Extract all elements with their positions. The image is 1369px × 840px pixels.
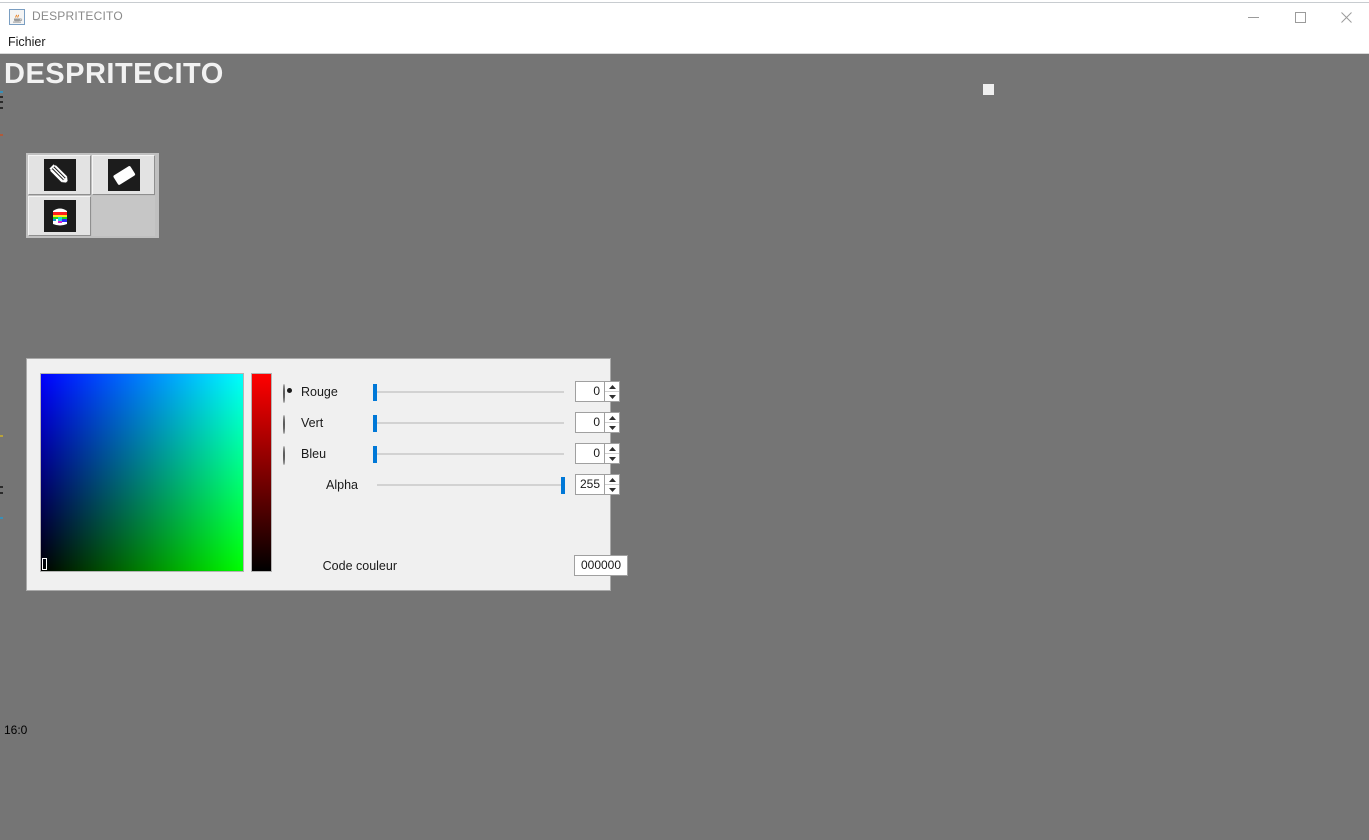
spinner-value-rouge[interactable]: 0 <box>576 382 604 401</box>
eraser-tool-button[interactable] <box>92 155 155 195</box>
code-couleur-label: Code couleur <box>322 559 397 573</box>
color-picker-panel: Rouge 0 Vert 0 Bleu 0 Alpha 255 Code cou… <box>26 358 628 591</box>
close-button[interactable] <box>1323 3 1369 31</box>
spinner-up-bleu[interactable] <box>605 444 619 454</box>
edge-remnant <box>0 486 3 488</box>
eraser-icon <box>107 159 140 191</box>
minimize-icon <box>1247 16 1259 18</box>
spinner-up-vert[interactable] <box>605 413 619 423</box>
maximize-button[interactable] <box>1277 3 1323 31</box>
page-title: DESPRITECITO <box>4 58 224 90</box>
edge-remnant <box>0 517 3 519</box>
tool-palette <box>26 153 159 238</box>
spinner-down-rouge[interactable] <box>605 392 619 401</box>
paint-bucket-icon <box>43 200 76 232</box>
edge-remnant <box>0 101 3 103</box>
spinner-bleu[interactable]: 0 <box>575 443 620 464</box>
slider-thumb-alpha[interactable] <box>561 477 565 494</box>
pencil-icon <box>43 159 76 191</box>
channel-label-rouge: Rouge <box>301 385 338 399</box>
slider-bleu[interactable] <box>373 443 568 465</box>
spinner-rouge[interactable]: 0 <box>575 381 620 402</box>
radio-bleu[interactable] <box>283 446 296 465</box>
application-window: DESPRITECITO Fichier DESPRITECITO 16:0 R… <box>0 3 1369 840</box>
channel-label-alpha: Alpha <box>326 478 358 492</box>
radio-rouge[interactable] <box>283 384 296 403</box>
window-title: DESPRITECITO <box>32 9 123 23</box>
spinner-down-bleu[interactable] <box>605 454 619 463</box>
spinner-value-bleu[interactable]: 0 <box>576 444 604 463</box>
paint-bucket-tool-button[interactable] <box>28 196 91 236</box>
pencil-tool-button[interactable] <box>28 155 91 195</box>
channel-label-vert: Vert <box>301 416 324 430</box>
spinner-down-vert[interactable] <box>605 423 619 432</box>
spinner-up-rouge[interactable] <box>605 382 619 392</box>
spinner-alpha[interactable]: 255 <box>575 474 620 495</box>
java-coffee-cup-icon <box>9 9 25 25</box>
minimize-button[interactable] <box>1230 3 1276 31</box>
maximize-icon <box>1294 11 1306 23</box>
canvas-area[interactable]: DESPRITECITO 16:0 Rouge 0 Vert 0 Bleu 0 … <box>0 54 1369 840</box>
edge-remnant <box>0 435 3 437</box>
edge-remnant <box>0 492 3 494</box>
color-gradient-field[interactable] <box>40 373 244 572</box>
edge-remnant <box>0 107 3 109</box>
edge-remnant <box>0 96 3 98</box>
tool-empty-slot <box>92 196 155 236</box>
slider-thumb-vert[interactable] <box>373 415 377 432</box>
slider-thumb-rouge[interactable] <box>373 384 377 401</box>
slider-thumb-bleu[interactable] <box>373 446 377 463</box>
radio-vert[interactable] <box>283 415 296 434</box>
close-icon <box>1340 11 1352 23</box>
color-gradient-cursor[interactable] <box>42 558 47 570</box>
title-bar: DESPRITECITO <box>0 3 1369 31</box>
slider-vert[interactable] <box>373 412 568 434</box>
spinner-vert[interactable]: 0 <box>575 412 620 433</box>
menu-item-fichier[interactable]: Fichier <box>5 34 49 50</box>
hue-strip-surface <box>252 374 271 571</box>
menu-bar: Fichier <box>0 31 1369 54</box>
spinner-down-alpha[interactable] <box>605 485 619 494</box>
spinner-value-alpha[interactable]: 255 <box>576 475 604 494</box>
edge-remnant <box>0 134 3 136</box>
slider-alpha[interactable] <box>373 474 568 496</box>
edge-remnant <box>0 91 3 93</box>
color-gradient-surface <box>41 374 243 571</box>
status-text: 16:0 <box>4 723 28 737</box>
drawn-pixel <box>983 84 994 95</box>
spinner-up-alpha[interactable] <box>605 475 619 485</box>
channel-label-bleu: Bleu <box>301 447 327 461</box>
slider-rouge[interactable] <box>373 381 568 403</box>
spinner-value-vert[interactable]: 0 <box>576 413 604 432</box>
code-couleur-input[interactable]: 000000 <box>574 555 628 576</box>
hue-strip[interactable] <box>251 373 272 572</box>
